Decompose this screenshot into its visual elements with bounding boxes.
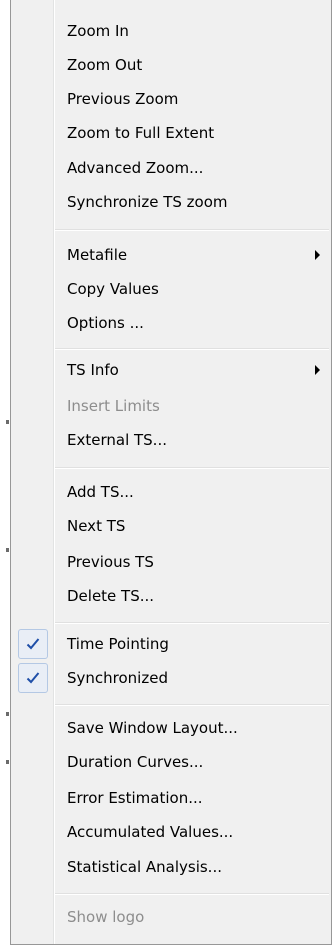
- menu-item-label: Next TS: [67, 517, 126, 535]
- menu-separator: [55, 704, 329, 706]
- background-window-edge: [0, 0, 10, 947]
- menu-item-ts-info[interactable]: TS Info: [13, 353, 329, 387]
- menu-item-time-pointing[interactable]: Time Pointing: [13, 627, 329, 661]
- menu-item-save-window-layout[interactable]: Save Window Layout...: [13, 711, 329, 745]
- menu-item-previous-ts[interactable]: Previous TS: [13, 545, 329, 579]
- background-tick: [6, 548, 9, 552]
- menu-item-duration-curves[interactable]: Duration Curves...: [13, 745, 329, 779]
- menu-item-zoom-full-extent[interactable]: Zoom to Full Extent: [13, 116, 329, 150]
- menu-item-options[interactable]: Options ...: [13, 306, 329, 340]
- check-highlight: [18, 629, 48, 659]
- menu-item-label: Error Estimation...: [67, 789, 203, 807]
- menu-item-show-logo: Show logo: [13, 900, 329, 934]
- menu-item-label: Insert Limits: [67, 397, 160, 415]
- menu-item-label: Zoom Out: [67, 56, 143, 74]
- submenu-arrow-icon: [315, 250, 320, 260]
- menu-item-add-ts[interactable]: Add TS...: [13, 475, 329, 509]
- background-tick: [6, 712, 9, 716]
- menu-item-insert-limits: Insert Limits: [13, 389, 329, 423]
- menu-item-copy-values[interactable]: Copy Values: [13, 272, 329, 306]
- menu-item-label: External TS...: [67, 431, 167, 449]
- context-menu: Zoom In Zoom Out Previous Zoom Zoom to F…: [10, 0, 332, 945]
- menu-item-label: Copy Values: [67, 280, 159, 298]
- menu-separator: [55, 622, 329, 624]
- menu-item-label: Save Window Layout...: [67, 719, 238, 737]
- menu-item-statistical-analysis[interactable]: Statistical Analysis...: [13, 850, 329, 884]
- menu-item-synchronize-ts-zoom[interactable]: Synchronize TS zoom: [13, 185, 329, 219]
- menu-item-label: Synchronized: [67, 669, 168, 687]
- menu-item-label: Add TS...: [67, 483, 134, 501]
- menu-item-previous-zoom[interactable]: Previous Zoom: [13, 82, 329, 116]
- background-tick: [6, 760, 9, 764]
- background-tick: [6, 420, 9, 424]
- menu-item-zoom-in[interactable]: Zoom In: [13, 14, 329, 48]
- submenu-arrow-icon: [315, 365, 320, 375]
- menu-item-label: Statistical Analysis...: [67, 858, 222, 876]
- menu-item-zoom-out[interactable]: Zoom Out: [13, 48, 329, 82]
- menu-separator: [55, 893, 329, 895]
- menu-separator: [55, 467, 329, 469]
- checkmark-icon: [26, 638, 40, 650]
- menu-item-label: Accumulated Values...: [67, 823, 234, 841]
- menu-item-accumulated-values[interactable]: Accumulated Values...: [13, 815, 329, 849]
- menu-item-metafile[interactable]: Metafile: [13, 238, 329, 272]
- menu-item-external-ts[interactable]: External TS...: [13, 423, 329, 457]
- check-highlight: [18, 663, 48, 693]
- menu-separator: [55, 229, 329, 231]
- checkmark-icon: [26, 672, 40, 684]
- menu-item-label: Metafile: [67, 246, 128, 264]
- menu-item-label: Duration Curves...: [67, 753, 204, 771]
- menu-separator: [55, 348, 329, 350]
- menu-item-label: TS Info: [67, 361, 119, 379]
- menu-item-error-estimation[interactable]: Error Estimation...: [13, 781, 329, 815]
- menu-item-synchronized[interactable]: Synchronized: [13, 661, 329, 695]
- menu-item-label: Options ...: [67, 314, 144, 332]
- menu-item-delete-ts[interactable]: Delete TS...: [13, 579, 329, 613]
- menu-item-label: Zoom to Full Extent: [67, 124, 215, 142]
- menu-item-label: Previous TS: [67, 553, 154, 571]
- menu-item-next-ts[interactable]: Next TS: [13, 509, 329, 543]
- menu-item-label: Delete TS...: [67, 587, 155, 605]
- menu-item-label: Synchronize TS zoom: [67, 193, 228, 211]
- menu-item-label: Time Pointing: [67, 635, 169, 653]
- menu-item-advanced-zoom[interactable]: Advanced Zoom...: [13, 151, 329, 185]
- menu-item-label: Advanced Zoom...: [67, 159, 204, 177]
- menu-item-label: Show logo: [67, 908, 145, 926]
- menu-item-label: Zoom In: [67, 22, 129, 40]
- menu-item-label: Previous Zoom: [67, 90, 179, 108]
